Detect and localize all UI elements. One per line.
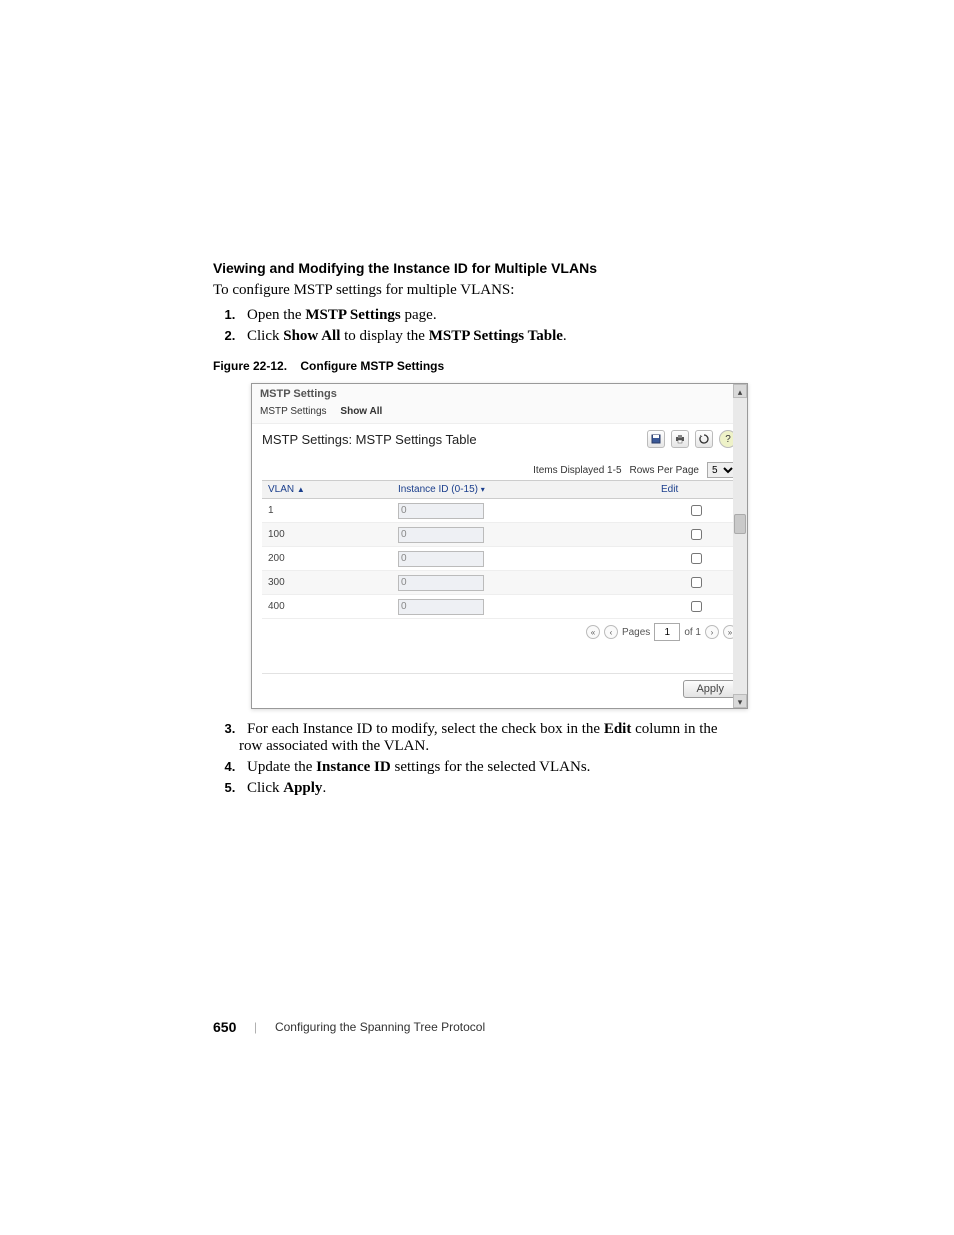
edit-checkbox[interactable] — [691, 601, 702, 612]
paginator: « ‹ Pages of 1 › » — [262, 623, 737, 641]
table-row: 200 — [262, 547, 737, 571]
step-3-bold: Edit — [604, 721, 632, 737]
vlan-cell: 100 — [262, 523, 392, 547]
sort-asc-icon: ▲ — [297, 485, 305, 494]
breadcrumb-item-showall[interactable]: Show All — [340, 406, 382, 417]
breadcrumb-item-mstp[interactable]: MSTP Settings — [260, 406, 327, 417]
table-row: 300 — [262, 571, 737, 595]
col-instance-id[interactable]: Instance ID (0-15) ▾ — [392, 481, 655, 499]
instance-id-input[interactable] — [398, 551, 484, 567]
vlan-cell: 1 — [262, 499, 392, 523]
table-row: 1 — [262, 499, 737, 523]
instance-id-input[interactable] — [398, 527, 484, 543]
window-tab-title: MSTP Settings — [252, 384, 747, 400]
step-2-bold: Show All — [283, 328, 340, 344]
step-5-post: . — [322, 780, 326, 796]
chapter-title: Configuring the Spanning Tree Protocol — [275, 1020, 485, 1034]
page-prev-icon[interactable]: ‹ — [604, 625, 618, 639]
sort-neutral-icon: ▾ — [481, 485, 485, 494]
print-icon[interactable] — [671, 430, 689, 448]
scroll-up-icon[interactable]: ▴ — [733, 384, 747, 398]
step-2-bold2: MSTP Settings Table — [429, 328, 563, 344]
panel-title: MSTP Settings: MSTP Settings Table — [262, 432, 477, 447]
intro-text: To configure MSTP settings for multiple … — [213, 282, 743, 299]
pages-label: Pages — [622, 627, 650, 638]
pages-of-label: of 1 — [684, 627, 701, 638]
step-4-bold: Instance ID — [316, 759, 391, 775]
step-5: Click Apply. — [239, 780, 743, 797]
col-vlan[interactable]: VLAN ▲ — [262, 481, 392, 499]
edit-checkbox[interactable] — [691, 505, 702, 516]
page-next-icon[interactable]: › — [705, 625, 719, 639]
page-first-icon[interactable]: « — [586, 625, 600, 639]
table-row: 100 — [262, 523, 737, 547]
step-1: Open the MSTP Settings page. — [239, 307, 743, 324]
step-5-pre: Click — [247, 780, 283, 796]
steps-top: Open the MSTP Settings page. Click Show … — [213, 307, 743, 345]
edit-checkbox[interactable] — [691, 553, 702, 564]
items-displayed-label: Items Displayed 1-5 — [533, 465, 621, 476]
step-2-post: . — [563, 328, 567, 344]
breadcrumb: MSTP Settings Show All — [252, 400, 747, 423]
page-number-input[interactable] — [654, 623, 680, 641]
col-edit: Edit — [655, 481, 737, 499]
mstp-settings-table: VLAN ▲ Instance ID (0-15) ▾ Edit 1 100 — [262, 480, 737, 619]
edit-checkbox[interactable] — [691, 529, 702, 540]
rows-per-page-label: Rows Per Page — [630, 465, 699, 476]
scrollbar[interactable]: ▴ ▾ — [733, 384, 747, 708]
step-5-bold: Apply — [283, 780, 322, 796]
step-4-post: settings for the selected VLANs. — [391, 759, 591, 775]
figure-label: Figure 22-12. — [213, 359, 287, 373]
instance-id-input[interactable] — [398, 503, 484, 519]
step-3-pre: For each Instance ID to modify, select t… — [247, 721, 604, 737]
step-2-pre: Click — [247, 328, 283, 344]
step-4: Update the Instance ID settings for the … — [239, 759, 743, 776]
scroll-down-icon[interactable]: ▾ — [733, 694, 747, 708]
mstp-settings-screenshot: ▴ ▾ MSTP Settings MSTP Settings Show All… — [251, 383, 748, 709]
vlan-cell: 400 — [262, 595, 392, 619]
edit-checkbox[interactable] — [691, 577, 702, 588]
step-4-pre: Update the — [247, 759, 316, 775]
figure-title: Configure MSTP Settings — [300, 359, 444, 373]
page-number: 650 — [213, 1019, 236, 1035]
step-2-mid: to display the — [340, 328, 428, 344]
figure-caption: Figure 22-12. Configure MSTP Settings — [213, 359, 743, 373]
vlan-cell: 300 — [262, 571, 392, 595]
instance-id-input[interactable] — [398, 575, 484, 591]
steps-bottom: For each Instance ID to modify, select t… — [213, 721, 743, 797]
refresh-icon[interactable] — [695, 430, 713, 448]
step-2: Click Show All to display the MSTP Setti… — [239, 328, 743, 345]
step-1-pre: Open the — [247, 307, 305, 323]
section-heading: Viewing and Modifying the Instance ID fo… — [213, 260, 743, 276]
footer-divider: | — [254, 1019, 257, 1035]
scroll-thumb[interactable] — [734, 514, 746, 534]
instance-id-input[interactable] — [398, 599, 484, 615]
page-footer: 650 | Configuring the Spanning Tree Prot… — [213, 1019, 485, 1035]
vlan-cell: 200 — [262, 547, 392, 571]
step-3: For each Instance ID to modify, select t… — [239, 721, 743, 755]
table-row: 400 — [262, 595, 737, 619]
step-1-post: page. — [401, 307, 437, 323]
save-icon[interactable] — [647, 430, 665, 448]
apply-button[interactable]: Apply — [683, 680, 737, 698]
step-1-bold: MSTP Settings — [305, 307, 400, 323]
